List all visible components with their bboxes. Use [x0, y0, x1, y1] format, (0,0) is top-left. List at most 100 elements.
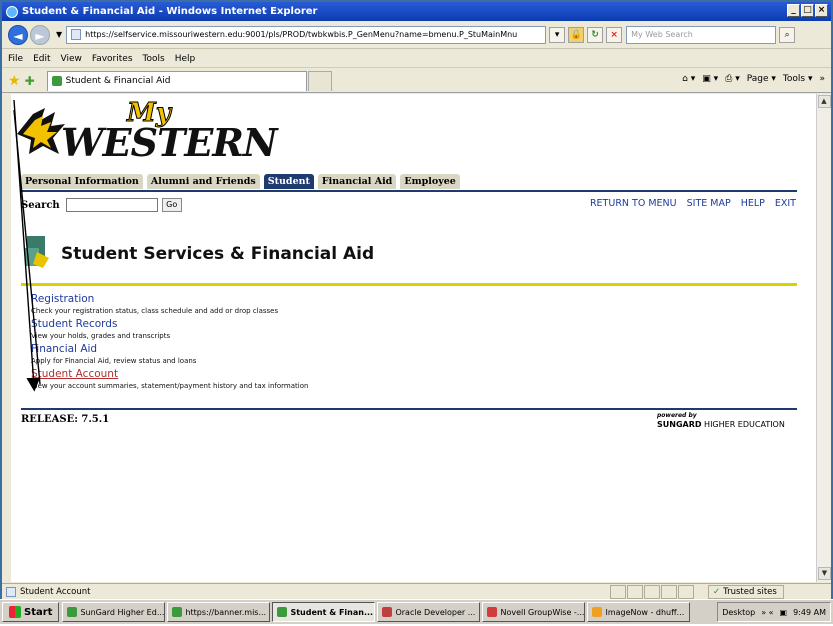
web-search-input[interactable]: My Web Search — [626, 25, 777, 44]
clock[interactable]: 9:49 AM — [793, 608, 826, 617]
taskbar-task[interactable]: https://banner.mis... — [167, 602, 271, 622]
task-label: https://banner.mis... — [185, 607, 267, 617]
footer-divider — [21, 408, 797, 410]
browser-window: Student & Financial Aid - Windows Intern… — [0, 0, 833, 624]
more-button[interactable]: » — [819, 74, 825, 84]
release-label: RELEASE: 7.5.1 — [21, 414, 110, 425]
tab-title: Student & Financial Aid — [65, 76, 171, 86]
search-label: Search — [21, 199, 60, 211]
status-text: Student Account — [20, 587, 91, 597]
tab-personal-information[interactable]: Personal Information — [21, 174, 143, 189]
taskbar-task[interactable]: Oracle Developer ... — [377, 602, 481, 622]
menu-favorites[interactable]: Favorites — [92, 54, 133, 64]
taskbar-task[interactable]: Novell GroupWise -... — [482, 602, 586, 622]
task-label: Oracle Developer ... — [395, 607, 476, 617]
title-bar: Student & Financial Aid - Windows Intern… — [2, 2, 831, 21]
mywestern-logo[interactable]: My WESTERN — [15, 98, 278, 165]
site-search: Search Go — [21, 198, 182, 212]
status-page-icon — [6, 587, 16, 597]
browser-tab[interactable]: Student & Financial Aid — [46, 70, 307, 91]
student-account-desc: View your account summaries, statement/p… — [31, 382, 309, 390]
lock-icon[interactable]: 🔒 — [568, 26, 585, 43]
menu-tools[interactable]: Tools — [143, 54, 165, 64]
close-button[interactable]: × — [815, 4, 828, 17]
financial-aid-desc: Apply for Financial Aid, review status a… — [31, 357, 197, 365]
registration-desc: Check your registration status, class sc… — [31, 307, 279, 315]
student-services-icon — [25, 236, 49, 268]
status-cell — [678, 585, 694, 599]
site-search-input[interactable] — [65, 198, 158, 212]
favorites-bar: ★ ✚ Student & Financial Aid ⌂ ▾ ▣ ▾ ⎙ ▾ … — [2, 69, 831, 93]
security-zone[interactable]: ✓ Trusted sites — [708, 585, 784, 599]
site-map-link[interactable]: SITE MAP — [687, 198, 731, 209]
return-to-menu-link[interactable]: RETURN TO MENU — [590, 198, 677, 209]
tab-alumni-and-friends[interactable]: Alumni and Friends — [146, 174, 260, 189]
scroll-down-icon[interactable]: ▼ — [818, 567, 831, 580]
home-button[interactable]: ⌂ ▾ — [682, 74, 695, 84]
address-url: https://selfservice.missouriwestern.edu:… — [85, 30, 518, 39]
exit-link[interactable]: EXIT — [775, 198, 796, 209]
title-divider — [21, 283, 797, 286]
page-icon — [71, 29, 82, 40]
powered-by-label: powered by — [657, 412, 697, 419]
help-link[interactable]: HELP — [741, 198, 765, 209]
forward-button[interactable]: ► — [30, 24, 50, 45]
tray-expand-icon[interactable]: » « — [761, 608, 773, 617]
taskbar-task[interactable]: Student & Finan... — [272, 602, 376, 622]
address-row: ◄ ► ▼ https://selfservice.missouriwester… — [2, 21, 831, 49]
minimize-button[interactable]: _ — [787, 4, 800, 17]
start-button[interactable]: Start — [2, 602, 60, 622]
tab-employee[interactable]: Employee — [400, 174, 460, 189]
feeds-button[interactable]: ▣ ▾ — [702, 74, 718, 84]
history-dropdown-icon[interactable]: ▼ — [56, 30, 62, 39]
zone-text: Trusted sites — [723, 587, 777, 597]
taskbar-task[interactable]: SunGard Higher Ed... — [62, 602, 166, 622]
task-app-icon — [172, 607, 183, 617]
menu-edit[interactable]: Edit — [33, 54, 50, 64]
task-label: ImageNow - dhuff... — [605, 607, 685, 617]
student-records-link[interactable]: Student Records — [31, 318, 308, 330]
task-label: Student & Finan... — [290, 607, 374, 617]
taskbar-task[interactable]: ImageNow - dhuff... — [587, 602, 691, 622]
stop-icon[interactable]: × — [606, 26, 623, 43]
sungard-name: SUNGARD — [657, 420, 702, 429]
taskbar-tasks: SunGard Higher Ed... https://banner.mis..… — [62, 602, 692, 622]
logo-western-text: WESTERN — [61, 120, 278, 165]
refresh-icon[interactable]: ↻ — [587, 26, 604, 43]
add-favorite-icon[interactable]: ✚ — [25, 74, 35, 88]
tab-student[interactable]: Student — [263, 174, 314, 189]
address-bar[interactable]: https://selfservice.missouriwestern.edu:… — [66, 25, 547, 44]
financial-aid-link[interactable]: Financial Aid — [31, 343, 308, 355]
student-records-desc: View your holds, grades and transcripts — [31, 332, 171, 340]
desktop-toolbar[interactable]: Desktop — [722, 608, 755, 617]
tab-financial-aid[interactable]: Financial Aid — [317, 174, 397, 189]
search-icon[interactable]: ⌕ — [779, 26, 796, 43]
registration-link[interactable]: Registration — [31, 293, 308, 305]
status-bar: Student Account ✓ Trusted sites — [2, 583, 831, 600]
menu-help[interactable]: Help — [175, 54, 196, 64]
back-button[interactable]: ◄ — [8, 24, 28, 45]
page-title: Student Services & Financial Aid — [61, 244, 375, 264]
new-tab-button[interactable] — [307, 70, 332, 91]
maximize-button[interactable]: □ — [801, 4, 814, 17]
task-label: Novell GroupWise -... — [500, 607, 585, 617]
print-button[interactable]: ⎙ ▾ — [725, 74, 740, 84]
scroll-up-icon[interactable]: ▲ — [817, 95, 831, 108]
menu-file[interactable]: File — [8, 54, 23, 64]
search-placeholder: My Web Search — [631, 30, 693, 39]
address-dropdown-icon[interactable]: ▾ — [549, 26, 566, 43]
nav-tabs: Personal Information Alumni and Friends … — [21, 174, 460, 189]
sungard-tagline: HIGHER EDUCATION — [701, 420, 785, 429]
tools-menu-button[interactable]: Tools ▾ — [783, 74, 813, 84]
window-title: Student & Financial Aid - Windows Intern… — [22, 6, 318, 17]
top-links: RETURN TO MENU SITE MAP HELP EXIT — [590, 198, 796, 209]
favorites-star-icon[interactable]: ★ — [8, 73, 21, 89]
vertical-scrollbar[interactable]: ▲ ▼ — [816, 94, 831, 582]
task-app-icon — [487, 607, 498, 617]
menu-view[interactable]: View — [61, 54, 82, 64]
page-menu-button[interactable]: Page ▾ — [747, 74, 776, 84]
student-account-link[interactable]: Student Account — [31, 368, 308, 380]
go-button[interactable]: Go — [161, 198, 182, 212]
task-app-icon — [277, 607, 288, 617]
ie-icon — [6, 5, 18, 18]
